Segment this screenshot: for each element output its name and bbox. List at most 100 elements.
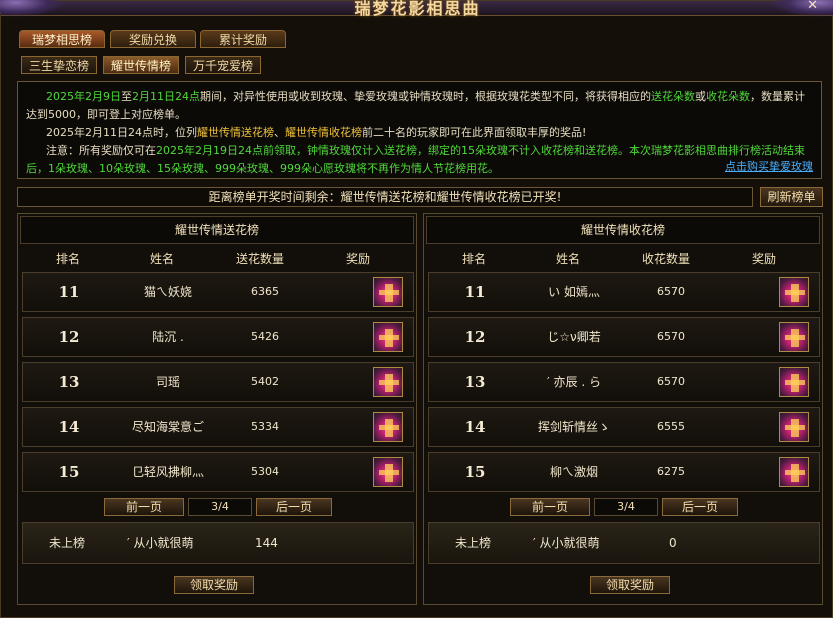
table-row: 13 ′ 亦辰 . ら 6570 xyxy=(428,362,820,402)
my-rank-row: 未上榜 ′ 从小就很萌 0 xyxy=(428,522,820,564)
row-name: じ☆ν卿若 xyxy=(547,330,601,344)
row-name: ′ 亦辰 . ら xyxy=(547,375,601,389)
row-count: 6275 xyxy=(657,465,685,478)
row-rank: 13 xyxy=(464,373,486,391)
close-icon[interactable]: ✕ xyxy=(807,0,818,13)
gift-box-icon[interactable] xyxy=(779,412,809,442)
table-row: 13 司瑶 5402 xyxy=(22,362,414,402)
row-name: い 如嫣灬 xyxy=(548,285,600,299)
my-count: 0 xyxy=(669,536,677,550)
my-rank: 未上榜 xyxy=(49,536,86,550)
tab-main-2[interactable]: 奖励兑换 xyxy=(110,30,196,48)
row-rank: 11 xyxy=(464,283,486,301)
table-row: 12 じ☆ν卿若 6570 xyxy=(428,317,820,357)
buy-rose-link[interactable]: 点击购买挚爱玫瑰 xyxy=(725,158,813,176)
notice-recv-board: 耀世传情收花榜 xyxy=(285,126,362,139)
gift-box-icon[interactable] xyxy=(373,457,403,487)
my-name: ′ 从小就很萌 xyxy=(127,536,194,550)
col-rank: 排名 xyxy=(461,252,486,266)
gift-box-icon[interactable] xyxy=(373,322,403,352)
gift-box-icon[interactable] xyxy=(373,367,403,397)
notice-end-date: 2月11日24点 xyxy=(132,90,200,103)
gift-box-icon[interactable] xyxy=(779,367,809,397)
notice-text: 时，位列 xyxy=(153,126,197,139)
notice-text: 或 xyxy=(695,90,706,103)
claim-reward-button[interactable]: 领取奖励 xyxy=(590,576,670,594)
notice-paragraph-1: 2025年2月9日至2月11日24点期间，对异性使用或收到玫瑰、挚爱玫瑰或钟情玫… xyxy=(26,88,813,124)
row-name: ⺋轻风拂柳灬 xyxy=(131,465,204,479)
page-indicator: 3/4 xyxy=(594,498,658,516)
row-count: 5426 xyxy=(251,330,279,343)
notice-text: 2025年2月11日24点 xyxy=(46,126,153,139)
table-row: 15 ⺋轻风拂柳灬 5304 xyxy=(22,452,414,492)
prev-page-button[interactable]: 前一页 xyxy=(510,498,590,516)
tab-main-1[interactable]: 瑞梦相思榜 xyxy=(19,30,105,48)
row-count: 6570 xyxy=(657,375,685,388)
row-rank: 12 xyxy=(464,328,486,346)
gift-box-icon[interactable] xyxy=(373,277,403,307)
row-rank: 12 xyxy=(58,328,80,346)
row-name: 猫ㄟ妖娆 xyxy=(143,285,192,299)
notice-send-count: 送花朵数 xyxy=(651,90,695,103)
row-name: 尽知海棠意ご xyxy=(131,420,204,434)
recv-board-title: 耀世传情收花榜 xyxy=(426,216,820,244)
notice-start-date: 2025年2月9日 xyxy=(46,90,121,103)
table-row: 14 尽知海棠意ご 5334 xyxy=(22,407,414,447)
tab-sub-2[interactable]: 耀世传情榜 xyxy=(103,56,179,74)
send-board-panel: 耀世传情送花榜 排名 姓名 送花数量 奖励 11 猫ㄟ妖娆 6365 12 陆沉… xyxy=(17,213,417,605)
table-row: 12 陆沉 . 5426 xyxy=(22,317,414,357)
tab-sub-1[interactable]: 三生挚恋榜 xyxy=(21,56,97,74)
next-page-button[interactable]: 后一页 xyxy=(662,498,738,516)
title-bar: 瑞梦花影相思曲 ✕ xyxy=(0,0,833,18)
row-name: 司瑶 xyxy=(155,375,180,389)
countdown-bar: 距离榜单开奖时间剩余：耀世传情送花榜和耀世传情收花榜已开奖! xyxy=(17,187,753,207)
notice-claim-deadline: 2025年2月19日24点 xyxy=(156,144,263,157)
row-count: 5334 xyxy=(251,420,279,433)
event-notice: 2025年2月9日至2月11日24点期间，对异性使用或收到玫瑰、挚爱玫瑰或钟情玫… xyxy=(17,81,822,179)
next-page-button[interactable]: 后一页 xyxy=(256,498,332,516)
col-reward: 奖励 xyxy=(751,252,776,266)
refresh-button[interactable]: 刷新榜单 xyxy=(760,187,823,207)
row-rank: 15 xyxy=(58,463,80,481)
table-row: 11 猫ㄟ妖娆 6365 xyxy=(22,272,414,312)
table-row: 14 挥剑斩情丝ゝ 6555 xyxy=(428,407,820,447)
row-count: 6570 xyxy=(657,285,685,298)
gift-box-icon[interactable] xyxy=(373,412,403,442)
col-count: 送花数量 xyxy=(235,252,284,266)
send-board-title: 耀世传情送花榜 xyxy=(20,216,414,244)
col-count: 收花数量 xyxy=(641,252,690,266)
notice-text: 的玩家即可在此界面领取丰厚的奖品! xyxy=(406,126,587,139)
row-rank: 11 xyxy=(58,283,80,301)
my-count: 144 xyxy=(255,536,278,550)
row-count: 6570 xyxy=(657,330,685,343)
row-name: 柳ㄟ激烟 xyxy=(549,465,598,479)
row-rank: 15 xyxy=(464,463,486,481)
row-name: 挥剑斩情丝ゝ xyxy=(537,420,610,434)
tab-main-3[interactable]: 累计奖励 xyxy=(200,30,286,48)
my-rank-row: 未上榜 ′ 从小就很萌 144 xyxy=(22,522,414,564)
col-reward: 奖励 xyxy=(345,252,370,266)
col-name: 姓名 xyxy=(149,252,174,266)
window-title: 瑞梦花影相思曲 xyxy=(354,0,481,18)
gift-box-icon[interactable] xyxy=(779,322,809,352)
notice-paragraph-2: 2025年2月11日24点时，位列耀世传情送花榜、耀世传情收花榜前二十名的玩家即… xyxy=(26,124,813,142)
send-board-columns: 排名 姓名 送花数量 奖励 xyxy=(20,250,414,266)
page-indicator: 3/4 xyxy=(188,498,252,516)
corner-ornament-right-icon xyxy=(770,0,833,17)
table-row: 15 柳ㄟ激烟 6275 xyxy=(428,452,820,492)
row-count: 5304 xyxy=(251,465,279,478)
gift-box-icon[interactable] xyxy=(779,457,809,487)
claim-reward-button[interactable]: 领取奖励 xyxy=(174,576,254,594)
my-rank: 未上榜 xyxy=(455,536,492,550)
col-rank: 排名 xyxy=(55,252,80,266)
notice-text: 前二十名 xyxy=(362,126,406,139)
notice-recv-count: 收花朵数 xyxy=(706,90,750,103)
row-count: 5402 xyxy=(251,375,279,388)
notice-text: 注意：所有奖励仅可在 xyxy=(46,144,156,157)
row-count: 6555 xyxy=(657,420,685,433)
gift-box-icon[interactable] xyxy=(779,277,809,307)
prev-page-button[interactable]: 前一页 xyxy=(104,498,184,516)
col-name: 姓名 xyxy=(555,252,580,266)
tab-sub-3[interactable]: 万千宠爱榜 xyxy=(185,56,261,74)
ranking-window: 瑞梦花影相思曲 ✕ 瑞梦相思榜 奖励兑换 累计奖励 三生挚恋榜 耀世传情榜 万千… xyxy=(0,0,833,618)
